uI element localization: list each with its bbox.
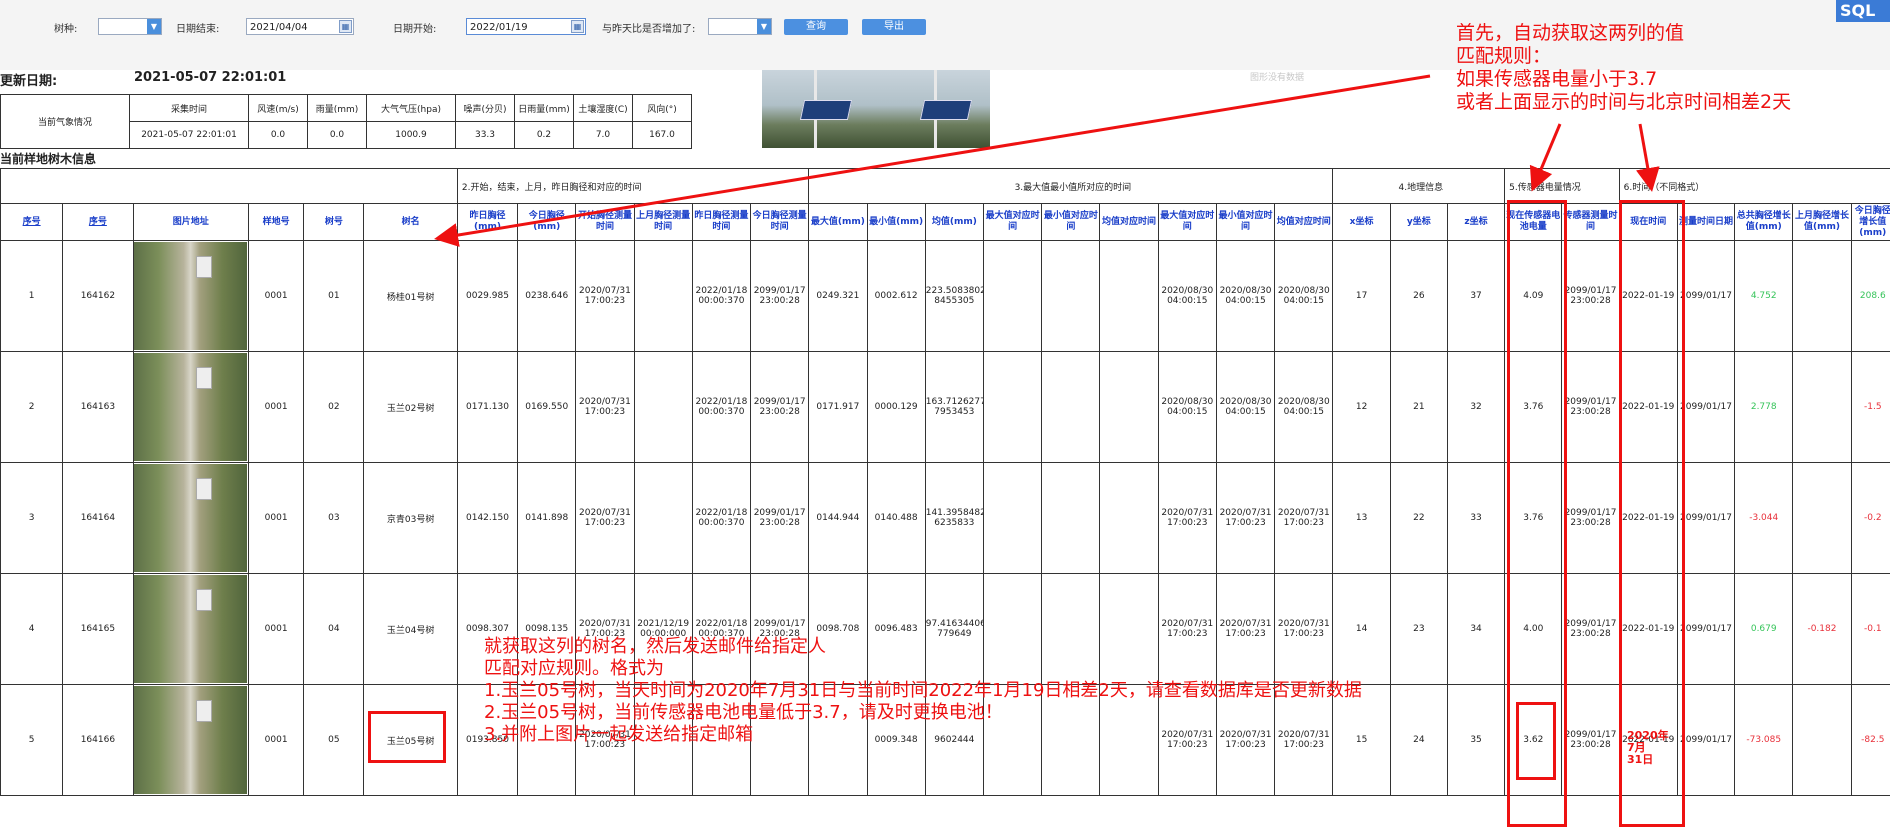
annotation-top: 首先，自动获取这两列的值 匹配规则： 如果传感器电量小于3.7 或者上面显示的时…: [1456, 22, 1792, 113]
annotation-bottom: 就获取这列的树名，然后发送邮件给指定人 匹配对应规则。格式为 1.玉兰05号树，…: [484, 636, 1362, 745]
arrow-to-time: [1636, 123, 1660, 192]
arrow-to-battery: [1529, 123, 1562, 192]
arrow-to-tree-name: [434, 74, 1431, 247]
